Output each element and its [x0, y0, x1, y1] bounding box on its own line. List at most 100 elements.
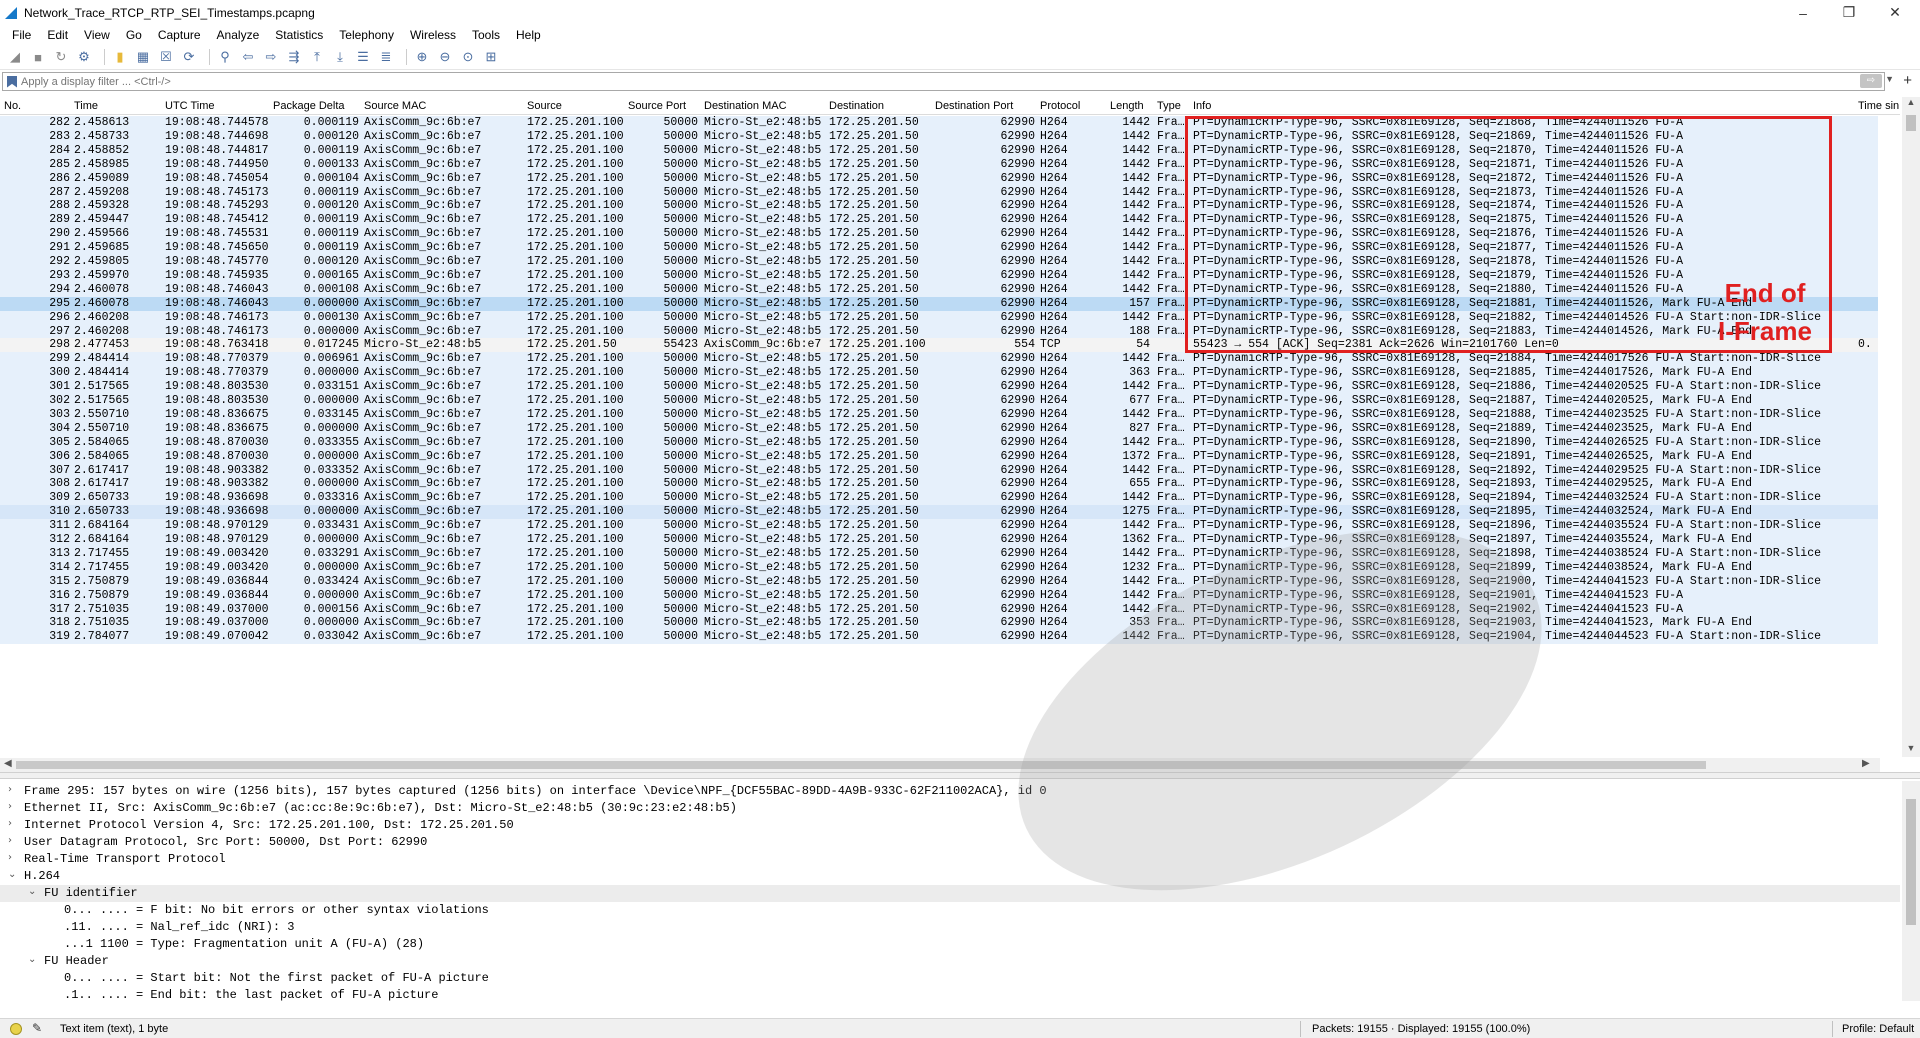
open-file-icon[interactable]: ▮ — [111, 48, 129, 66]
details-tree-item[interactable]: › Frame 295: 157 bytes on wire (1256 bits… — [0, 783, 1900, 800]
go-forward-icon[interactable]: ⇨ — [262, 48, 280, 66]
restart-capture-icon[interactable]: ↻ — [52, 48, 70, 66]
menu-item-capture[interactable]: Capture — [150, 28, 209, 42]
details-tree-item[interactable]: ⌄ FU Header — [0, 953, 1900, 970]
packet-row[interactable]: 304 2.550710 19:08:48.836675 0.000000 AxisCo… — [0, 421, 1878, 436]
minimize-button[interactable]: – — [1780, 0, 1826, 25]
restore-button[interactable]: ❐ — [1826, 0, 1872, 25]
close-file-icon[interactable]: ☒ — [157, 48, 175, 66]
details-tree-item[interactable]: .1.. .... = End bit: the last packet of … — [0, 987, 1900, 1001]
collapse-chevron-icon[interactable]: ⌄ — [28, 886, 36, 897]
collapse-chevron-icon[interactable]: ⌄ — [8, 869, 16, 880]
expert-info-led-icon[interactable] — [10, 1023, 22, 1035]
go-last-icon[interactable]: ⤓ — [331, 48, 349, 66]
col-destination-mac[interactable]: Destination MAC — [704, 100, 787, 112]
packet-row[interactable]: 315 2.750879 19:08:49.036844 0.033424 AxisCo… — [0, 574, 1878, 589]
col-source[interactable]: Source — [527, 100, 562, 112]
packet-row[interactable]: 300 2.484414 19:08:48.770379 0.000000 AxisCo… — [0, 366, 1878, 381]
col-type[interactable]: Type — [1157, 100, 1181, 112]
packet-row[interactable]: 317 2.751035 19:08:49.037000 0.000156 AxisCo… — [0, 602, 1878, 617]
col-time[interactable]: Time — [74, 100, 98, 112]
details-tree-item[interactable]: › User Datagram Protocol, Src Port: 50000… — [0, 834, 1900, 851]
packet-list-vertical-scrollbar[interactable]: ▲ ▼ — [1902, 97, 1920, 757]
resize-columns-icon[interactable]: ⊞ — [482, 48, 500, 66]
shark-fin-start-icon[interactable]: ◢ — [6, 48, 24, 66]
packet-row[interactable]: 310 2.650733 19:08:48.936698 0.000000 AxisCo… — [0, 505, 1878, 520]
menu-item-analyze[interactable]: Analyze — [209, 28, 268, 42]
display-filter-field[interactable] — [2, 72, 1885, 91]
zoom-out-icon[interactable]: ⊖ — [436, 48, 454, 66]
col-source-mac[interactable]: Source MAC — [364, 100, 426, 112]
expand-chevron-icon[interactable]: › — [8, 835, 12, 846]
col-utc-time[interactable]: UTC Time — [165, 100, 215, 112]
menu-item-statistics[interactable]: Statistics — [267, 28, 331, 42]
col-destination-port[interactable]: Destination Port — [935, 100, 1035, 112]
menu-item-wireless[interactable]: Wireless — [402, 28, 464, 42]
packet-row[interactable]: 313 2.717455 19:08:49.003420 0.033291 AxisCo… — [0, 546, 1878, 561]
normal-size-icon[interactable]: ⊙ — [459, 48, 477, 66]
menu-item-telephony[interactable]: Telephony — [331, 28, 402, 42]
apply-filter-arrow-icon[interactable]: ⇨ — [1860, 74, 1882, 88]
reload-file-icon[interactable]: ⟳ — [180, 48, 198, 66]
go-to-packet-icon[interactable]: ⇶ — [285, 48, 303, 66]
scroll-thumb[interactable] — [1906, 115, 1916, 131]
details-tree-item[interactable]: 0... .... = F bit: No bit errors or othe… — [0, 902, 1900, 919]
close-button[interactable]: ✕ — [1872, 0, 1918, 25]
scroll-right-icon[interactable]: ▶ — [1862, 758, 1870, 769]
packet-row[interactable]: 318 2.751035 19:08:49.037000 0.000000 AxisCo… — [0, 616, 1878, 631]
packet-row[interactable]: 301 2.517565 19:08:48.803530 0.033151 AxisCo… — [0, 380, 1878, 395]
add-filter-button-icon[interactable]: + — [1903, 72, 1912, 89]
filter-history-dropdown-icon[interactable]: ▼ — [1885, 74, 1894, 84]
col-destination[interactable]: Destination — [829, 100, 884, 112]
expand-chevron-icon[interactable]: › — [8, 852, 12, 863]
packet-row[interactable]: 309 2.650733 19:08:48.936698 0.033316 AxisCo… — [0, 491, 1878, 506]
collapse-chevron-icon[interactable]: ⌄ — [28, 954, 36, 965]
col-no[interactable]: No. — [4, 100, 74, 112]
hscroll-thumb[interactable] — [16, 761, 1706, 769]
details-tree-item[interactable]: ...1 1100 = Type: Fragmentation unit A (… — [0, 936, 1900, 953]
packet-row[interactable]: 314 2.717455 19:08:49.003420 0.000000 AxisCo… — [0, 560, 1878, 575]
details-tree-item[interactable]: › Internet Protocol Version 4, Src: 172.2… — [0, 817, 1900, 834]
menu-item-edit[interactable]: Edit — [39, 28, 76, 42]
stop-capture-icon[interactable]: ■ — [29, 48, 47, 66]
col-time-since[interactable]: Time sin — [1858, 100, 1899, 112]
bookmark-icon[interactable] — [7, 75, 17, 88]
expand-chevron-icon[interactable]: › — [8, 784, 12, 795]
menu-item-tools[interactable]: Tools — [464, 28, 508, 42]
packet-row[interactable]: 307 2.617417 19:08:48.903382 0.033352 AxisCo… — [0, 463, 1878, 478]
packet-list-horizontal-scrollbar[interactable]: ◀ ▶ — [0, 758, 1880, 772]
packet-row[interactable]: 308 2.617417 19:08:48.903382 0.000000 AxisCo… — [0, 477, 1878, 492]
expand-chevron-icon[interactable]: › — [8, 801, 12, 812]
packet-row[interactable]: 306 2.584065 19:08:48.870030 0.000000 AxisCo… — [0, 449, 1878, 464]
packet-row[interactable]: 305 2.584065 19:08:48.870030 0.033355 AxisCo… — [0, 435, 1878, 450]
packet-row[interactable]: 312 2.684164 19:08:48.970129 0.000000 AxisCo… — [0, 533, 1878, 547]
details-vertical-scrollbar[interactable] — [1902, 781, 1920, 1001]
packet-row[interactable]: 299 2.484414 19:08:48.770379 0.006961 AxisCo… — [0, 352, 1878, 367]
col-package-delta[interactable]: Package Delta — [273, 100, 359, 112]
packet-row[interactable]: 316 2.750879 19:08:49.036844 0.000000 AxisCo… — [0, 588, 1878, 603]
packet-row[interactable]: 303 2.550710 19:08:48.836675 0.033145 AxisCo… — [0, 407, 1878, 422]
zoom-in-icon[interactable]: ⊕ — [413, 48, 431, 66]
expand-chevron-icon[interactable]: › — [8, 818, 12, 829]
menu-item-file[interactable]: File — [4, 28, 39, 42]
details-tree-item[interactable]: › Real-Time Transport Protocol — [0, 851, 1900, 868]
details-tree-item[interactable]: ⌄ FU identifier — [0, 885, 1900, 902]
details-tree-item[interactable]: › Ethernet II, Src: AxisComm_9c:6b:e7 (ac… — [0, 800, 1900, 817]
packet-row[interactable]: 319 2.784077 19:08:49.070042 0.033042 AxisCo… — [0, 630, 1878, 645]
status-profile[interactable]: Profile: Default — [1842, 1023, 1914, 1035]
save-file-icon[interactable]: ▦ — [134, 48, 152, 66]
find-packet-icon[interactable]: ⚲ — [216, 48, 234, 66]
packet-row[interactable]: 302 2.517565 19:08:48.803530 0.000000 AxisCo… — [0, 394, 1878, 408]
colorize-icon[interactable]: ≣ — [377, 48, 395, 66]
menu-item-help[interactable]: Help — [508, 28, 549, 42]
details-tree-item[interactable]: .11. .... = Nal_ref_idc (NRI): 3 — [0, 919, 1900, 936]
col-source-port[interactable]: Source Port — [628, 100, 698, 112]
go-back-icon[interactable]: ⇦ — [239, 48, 257, 66]
display-filter-input[interactable] — [21, 75, 1884, 88]
pane-splitter[interactable] — [0, 772, 1920, 779]
go-first-icon[interactable]: ⤒ — [308, 48, 326, 66]
capture-options-icon[interactable]: ⚙ — [75, 48, 93, 66]
scroll-down-icon[interactable]: ▼ — [1902, 743, 1920, 757]
col-info[interactable]: Info — [1193, 100, 1211, 112]
menu-item-go[interactable]: Go — [118, 28, 150, 42]
